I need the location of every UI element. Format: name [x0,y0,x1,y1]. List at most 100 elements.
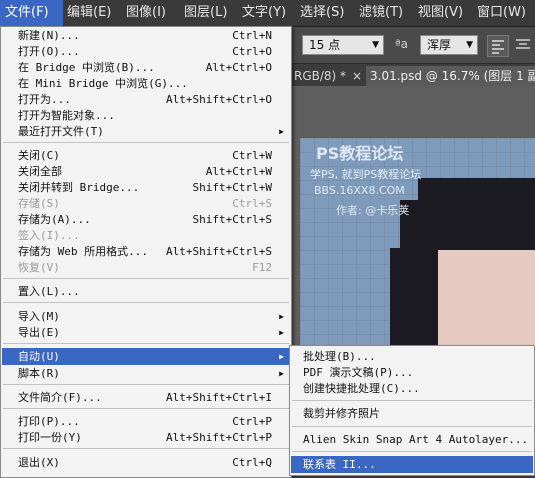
menu-item-close[interactable]: 关闭(C) Ctrl+W [2,147,290,164]
menu-item-shortcut: Shift+Ctrl+S [192,213,272,226]
menu-item-import[interactable]: 导入(M) ▶ [2,308,290,325]
menu-item-browse-bridge[interactable]: 在 Bridge 中浏览(B)... Alt+Ctrl+O [2,59,290,76]
menu-item-label: 置入(L)... [18,285,80,298]
align-left-button[interactable] [487,35,509,57]
menu-item-label: 在 Mini Bridge 中浏览(G)... [18,77,188,90]
menu-type[interactable]: 文字(Y) [242,0,286,26]
chevron-down-icon: ▼ [372,40,379,50]
menu-item-label: 文件简介(F)... [18,391,102,404]
menu-item-label: Alien Skin Snap Art 4 Autolayer... [303,433,529,446]
watermark-url: BBS.16XX8.COM [314,184,405,197]
menu-item-label: 导入(M) [18,310,60,323]
menu-item-label: 存储为(A)... [18,213,91,226]
menu-item-open-as[interactable]: 打开为... Alt+Shift+Ctrl+O [2,91,290,108]
menu-item-label: 新建(N)... [18,29,80,42]
anti-alias-value: 浑厚 [427,38,452,52]
menu-item-label: 签入(I)... [18,229,80,242]
menu-separator [3,384,289,385]
chevron-down-icon: ▼ [466,40,473,50]
menu-item-print[interactable]: 打印(P)... Ctrl+P [2,413,290,430]
menu-separator [3,448,289,449]
menu-item-place[interactable]: 置入(L)... [2,283,290,300]
menu-separator [3,302,289,303]
menu-bar: 文件(F) 编辑(E) 图像(I) 图层(L) 文字(Y) 选择(S) 滤镜(T… [0,0,535,27]
menu-item-save-as[interactable]: 存储为(A)... Shift+Ctrl+S [2,211,290,228]
menu-item-label: 脚本(R) [18,367,60,380]
menu-item-open-smart-object[interactable]: 打开为智能对象... [2,107,290,124]
menu-separator [292,400,532,401]
menu-item-exit[interactable]: 退出(X) Ctrl+Q [2,454,290,471]
menu-item-revert[interactable]: 恢复(V) F12 [2,259,290,276]
align-center-icon [516,39,530,49]
menu-item-check-in[interactable]: 签入(I)... [2,227,290,244]
menu-item-shortcut: Ctrl+Q [232,456,272,469]
menu-separator [292,426,532,427]
menu-window[interactable]: 窗口(W) [477,0,526,26]
menu-item-shortcut: Alt+Ctrl+W [205,165,272,178]
menu-edit[interactable]: 编辑(E) [67,0,111,26]
menu-filter[interactable]: 滤镜(T) [359,0,403,26]
menu-separator [292,451,532,452]
font-size-select[interactable]: 15 点 ▼ [302,35,384,55]
menu-item-file-info[interactable]: 文件简介(F)... Alt+Shift+Ctrl+I [2,389,290,406]
watermark-author: 作者: @卡乐荚 [336,204,410,217]
menu-item-label: 打印一份(Y) [18,431,82,444]
menu-item-recent-files[interactable]: 最近打开文件(T) ▶ [2,123,290,140]
menu-item-shortcut: Alt+Shift+Ctrl+S [166,245,272,258]
menu-file[interactable]: 文件(F) [0,0,63,26]
menu-item-label: 恢复(V) [18,261,60,274]
menu-item-label: 裁剪并修齐照片 [303,407,380,420]
anti-alias-icon: ªa [395,37,409,51]
menu-item-label: 关闭并转到 Bridge... [18,181,140,194]
menu-item-browse-mini-bridge[interactable]: 在 Mini Bridge 中浏览(G)... [2,75,290,92]
menu-item-new[interactable]: 新建(N)... Ctrl+N [2,27,290,44]
menu-item-shortcut: Alt+Shift+Ctrl+I [166,391,272,404]
font-size-value: 15 点 [309,38,341,52]
menu-item-label: 存储为 Web 所用格式... [18,245,148,258]
menu-item-shortcut: Alt+Shift+Ctrl+O [166,93,272,106]
anti-alias-select[interactable]: 浑厚 ▼ [420,35,478,55]
menu-item-shortcut: Ctrl+S [232,197,272,210]
menu-item-label: 打开为... [18,93,71,106]
file-menu: 新建(N)... Ctrl+N 打开(O)... Ctrl+O 在 Bridge 中… [0,26,292,478]
submenu-item-pdf-presentation[interactable]: PDF 演示文稿(P)... [291,364,533,381]
menu-item-scripts[interactable]: 脚本(R) ▶ [2,365,290,382]
submenu-arrow-icon: ▶ [279,369,284,378]
align-center-button[interactable] [513,35,533,55]
menu-item-close-go-bridge[interactable]: 关闭并转到 Bridge... Shift+Ctrl+W [2,179,290,196]
menu-image[interactable]: 图像(I) [126,0,166,26]
align-left-icon [492,40,504,54]
menu-item-shortcut: F12 [252,261,272,274]
tab-previous-doc[interactable]: RGB/8) * × [292,66,366,86]
menu-select[interactable]: 选择(S) [300,0,344,26]
menu-view[interactable]: 视图(V) [418,0,463,26]
menu-item-open[interactable]: 打开(O)... Ctrl+O [2,43,290,60]
menu-item-label: 存储(S) [18,197,60,210]
menu-separator [3,142,289,143]
submenu-item-contact-sheet[interactable]: 联系表 II... [291,456,533,473]
menu-item-shortcut: Ctrl+O [232,45,272,58]
menu-layer[interactable]: 图层(L) [184,0,227,26]
tab-label: RGB/8) * [294,69,347,83]
submenu-item-batch[interactable]: 批处理(B)... [291,348,533,365]
tab-active-doc[interactable]: 3.01.psd @ 16.7% (图层 1 副... [366,66,535,86]
menu-item-save-for-web[interactable]: 存储为 Web 所用格式... Alt+Shift+Ctrl+S [2,243,290,260]
menu-item-export[interactable]: 导出(E) ▶ [2,324,290,341]
menu-item-print-one-copy[interactable]: 打印一份(Y) Alt+Shift+Ctrl+P [2,429,290,446]
close-icon[interactable]: × [352,66,362,86]
menu-item-label: 关闭(C) [18,149,60,162]
menu-item-label: 联系表 II... [303,458,376,471]
submenu-arrow-icon: ▶ [279,352,284,361]
automate-submenu: 批处理(B)... PDF 演示文稿(P)... 创建快捷批处理(C)... 裁… [289,345,535,476]
menu-item-shortcut: Alt+Shift+Ctrl+P [166,431,272,444]
submenu-item-create-droplet[interactable]: 创建快捷批处理(C)... [291,380,533,397]
menu-item-save[interactable]: 存储(S) Ctrl+S [2,195,290,212]
menu-item-label: 打开为智能对象... [18,109,115,122]
submenu-item-crop-straighten[interactable]: 裁剪并修齐照片 [291,405,533,422]
menu-item-close-all[interactable]: 关闭全部 Alt+Ctrl+W [2,163,290,180]
menu-separator [3,278,289,279]
menu-item-label: 创建快捷批处理(C)... [303,382,420,395]
submenu-arrow-icon: ▶ [279,328,284,337]
menu-item-automate[interactable]: 自动(U) ▶ [2,348,290,365]
submenu-item-alien-skin-snap-art[interactable]: Alien Skin Snap Art 4 Autolayer... [291,431,533,448]
